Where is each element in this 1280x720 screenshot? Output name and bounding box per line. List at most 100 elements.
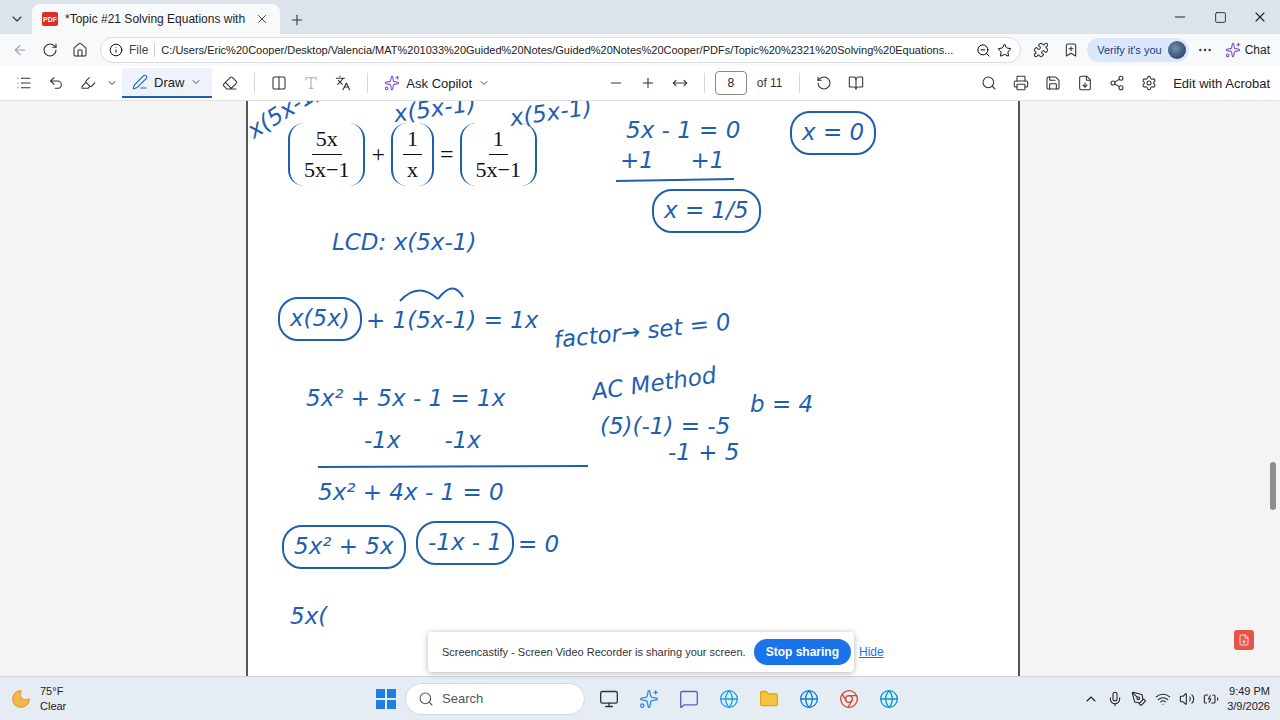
- address-bar: File C:/Users/Eric%20Cooper/Desktop/Valen…: [0, 34, 1280, 66]
- printed-equation: 5x5x−1+1x=15x−1: [288, 123, 537, 186]
- browser-tab[interactable]: PDF*Topic #21 Solving Equations with: [32, 4, 280, 34]
- share-message: Screencastify - Screen Video Recorder is…: [442, 646, 746, 658]
- maximize-button[interactable]: [1200, 0, 1240, 34]
- highlighter-icon: [80, 75, 96, 91]
- profile-label: Verify it's you: [1097, 44, 1161, 56]
- fraction: 5x5x−1: [288, 123, 365, 186]
- page-view-button[interactable]: [265, 69, 293, 97]
- ask-copilot-button[interactable]: Ask Copilot: [378, 75, 496, 91]
- share-icon: [1109, 75, 1125, 91]
- zoom-out-icon: [976, 43, 991, 58]
- ellipsis-icon: [1197, 42, 1213, 58]
- browser-icon: [719, 689, 739, 709]
- chrome-app[interactable]: [833, 683, 865, 715]
- scrollbar[interactable]: [1266, 101, 1280, 676]
- highlight-button[interactable]: [74, 69, 102, 97]
- tab-actions-button[interactable]: [4, 4, 30, 34]
- numerator: 1: [489, 127, 508, 155]
- page-number-input[interactable]: 8: [715, 71, 747, 95]
- handwritten-note: x = 0: [790, 111, 876, 155]
- translate-button[interactable]: [329, 69, 357, 97]
- operator: +: [369, 141, 387, 168]
- weather-widget[interactable]: 75°FClear: [10, 684, 375, 713]
- copilot-app[interactable]: [633, 683, 665, 715]
- fraction: 15x−1: [460, 123, 537, 186]
- windows-start-icon[interactable]: [375, 688, 397, 710]
- find-button[interactable]: [975, 69, 1003, 97]
- share-button[interactable]: [1103, 69, 1131, 97]
- favorite-star-icon: [997, 43, 1012, 58]
- zoom-in-button[interactable]: [634, 69, 662, 97]
- fraction: 1x: [391, 123, 434, 186]
- draw-button[interactable]: Draw: [122, 68, 212, 98]
- menu-button[interactable]: [1191, 36, 1219, 64]
- refresh-button[interactable]: [36, 36, 64, 64]
- save-as-button[interactable]: [1071, 69, 1099, 97]
- extensions-button[interactable]: [1027, 36, 1055, 64]
- search-icon: [418, 691, 434, 707]
- rotate-button[interactable]: [810, 69, 838, 97]
- acrobat-icon[interactable]: [1234, 630, 1254, 650]
- taskbar: 75°FClear Search 9:49 PM3/9/2026: [0, 676, 1280, 720]
- tab-bar: PDF*Topic #21 Solving Equations with: [0, 0, 1280, 34]
- edit-with-acrobat-button[interactable]: Edit with Acrobat: [1173, 76, 1270, 91]
- close-button[interactable]: [1240, 0, 1280, 34]
- hide-link[interactable]: Hide: [859, 645, 884, 659]
- handwritten-note: +1 +1: [620, 147, 724, 175]
- minimize-button[interactable]: [1160, 0, 1200, 34]
- settings-button[interactable]: [1135, 69, 1163, 97]
- print-button[interactable]: [1007, 69, 1035, 97]
- ask-copilot-label: Ask Copilot: [406, 76, 472, 91]
- back-button[interactable]: [6, 36, 34, 64]
- weather-temp: 75°F: [40, 684, 66, 698]
- save-button[interactable]: [1039, 69, 1067, 97]
- two-page-button[interactable]: [842, 69, 870, 97]
- file-explorer-app[interactable]: [753, 683, 785, 715]
- search-placeholder: Search: [442, 691, 483, 706]
- minimize-icon: [1172, 9, 1188, 25]
- fit-width-button[interactable]: [666, 69, 694, 97]
- profile-button[interactable]: Verify it's you: [1087, 38, 1188, 62]
- task-view-button[interactable]: [593, 683, 625, 715]
- url-scheme: File: [129, 43, 155, 57]
- favorites-icon: [1063, 42, 1079, 58]
- handwritten-note: factor→ set = 0: [553, 309, 733, 355]
- restore-icon: [1214, 11, 1227, 24]
- stop-sharing-button[interactable]: Stop sharing: [754, 639, 851, 665]
- puzzle-icon: [1033, 42, 1049, 58]
- home-button[interactable]: [66, 36, 94, 64]
- address-field[interactable]: File C:/Users/Eric%20Cooper/Desktop/Valen…: [100, 37, 1021, 63]
- denominator: 5x−1: [472, 155, 525, 182]
- scroll-thumb[interactable]: [1270, 462, 1276, 510]
- hp-app[interactable]: [873, 683, 905, 715]
- info-icon: [109, 43, 123, 57]
- task-view-icon: [599, 689, 619, 709]
- text-button[interactable]: [297, 69, 325, 97]
- handwritten-note: + 1(5x-1) = 1x: [366, 307, 538, 335]
- tab-title: *Topic #21 Solving Equations with: [65, 12, 245, 26]
- handwritten-note: = 0: [518, 531, 559, 559]
- url-text: C:/Users/Eric%20Cooper/Desktop/Valencia/…: [161, 44, 970, 56]
- close-icon: [1252, 9, 1268, 25]
- copilot-icon: [1225, 42, 1241, 58]
- pdf-page: 5x5x−1+1x=15x−1x(5x-1)x(5x-1)x(5x-1)5x -…: [246, 101, 1020, 676]
- denominator: x: [403, 155, 422, 182]
- new-tab-button[interactable]: [280, 6, 314, 34]
- screen: PDF*Topic #21 Solving Equations with File…: [0, 0, 1280, 720]
- undo-button[interactable]: [42, 69, 70, 97]
- screen-share-bar: Screencastify - Screen Video Recorder is…: [428, 632, 854, 672]
- teams-app[interactable]: [673, 683, 705, 715]
- contents-button[interactable]: [10, 69, 38, 97]
- chevron-down-icon: [478, 77, 490, 89]
- edge-app[interactable]: [793, 683, 825, 715]
- edge-dev-app[interactable]: [713, 683, 745, 715]
- handwritten-note: -1x - 1: [416, 521, 514, 565]
- zoom-out-button[interactable]: [602, 69, 630, 97]
- copilot-icon: [639, 689, 659, 709]
- tab-close-button[interactable]: [252, 5, 272, 33]
- clock[interactable]: 9:49 PM3/9/2026: [1227, 684, 1270, 714]
- favorites-button[interactable]: [1057, 36, 1085, 64]
- erase-button[interactable]: [216, 69, 244, 97]
- copilot-chat-button[interactable]: Chat: [1221, 42, 1274, 58]
- taskbar-search[interactable]: Search: [405, 683, 585, 715]
